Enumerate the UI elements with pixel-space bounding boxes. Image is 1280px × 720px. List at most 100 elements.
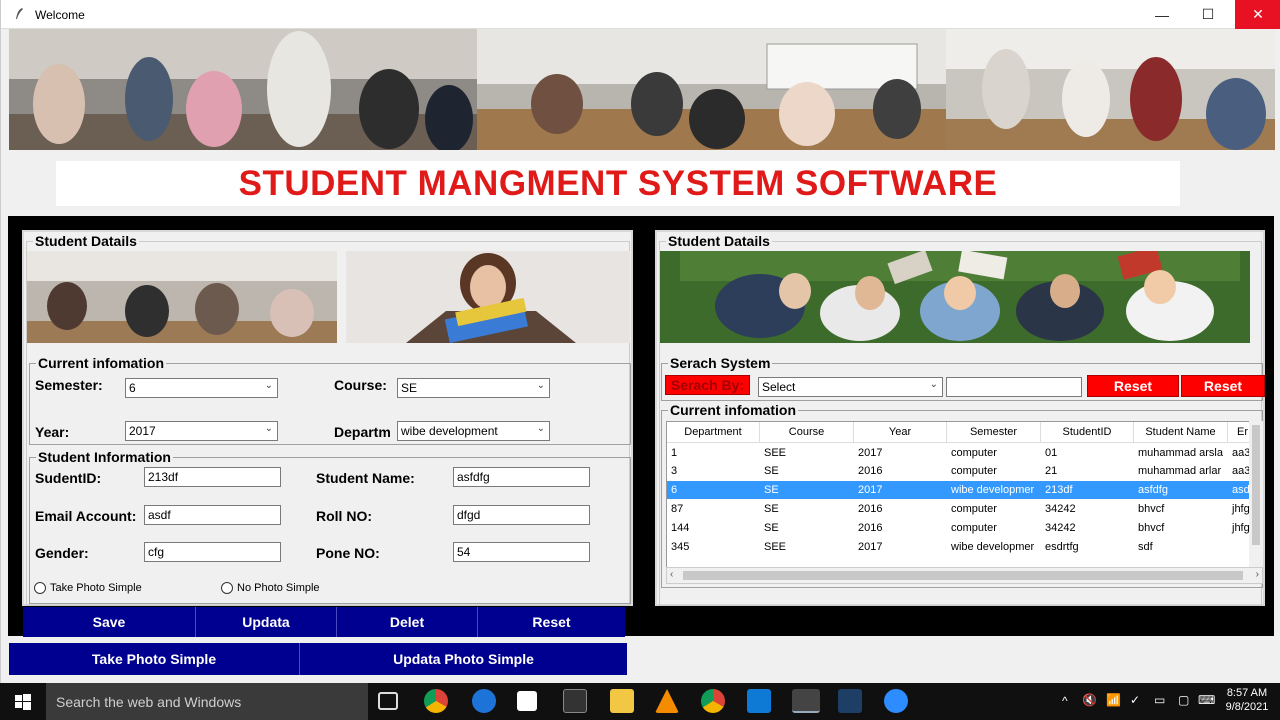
- clock[interactable]: 8:57 AM 9/8/2021: [1218, 686, 1276, 714]
- department-select[interactable]: wibe development ⌄: [397, 421, 550, 441]
- scroll-left-icon[interactable]: ‹: [670, 569, 673, 580]
- student-name-input[interactable]: asfdfg: [453, 467, 590, 487]
- update-button[interactable]: Updata: [196, 607, 337, 637]
- students-table: Department Course Year Semester StudentI…: [666, 421, 1263, 584]
- student-id-input[interactable]: 213df: [144, 467, 281, 487]
- search-by-select[interactable]: Select ⌄: [758, 377, 943, 397]
- keyboard-icon[interactable]: ⌨: [1198, 693, 1215, 707]
- year-select[interactable]: 2017 ⌄: [125, 421, 278, 441]
- chevron-down-icon: ⌄: [536, 380, 545, 391]
- snipping-tool-icon[interactable]: [838, 689, 862, 713]
- vlc-icon[interactable]: [655, 689, 679, 713]
- chrome-profile-icon[interactable]: [701, 689, 725, 713]
- horizontal-scrollbar[interactable]: ‹ ›: [666, 567, 1263, 584]
- close-button[interactable]: ✕: [1235, 0, 1280, 29]
- video-editor-icon[interactable]: [563, 689, 587, 713]
- current-info-title: Current infomation: [36, 355, 166, 371]
- take-photo-radio[interactable]: Take Photo Simple: [34, 582, 142, 594]
- take-photo-button[interactable]: Take Photo Simple: [9, 643, 300, 675]
- table-row[interactable]: 1 SEE 2017 computer 01 muhammad arsla aa3: [667, 444, 1258, 462]
- email-label: Email Account:: [35, 508, 137, 524]
- search-button[interactable]: Reset: [1087, 375, 1179, 397]
- right-details-title: Student Datails: [666, 233, 772, 249]
- column-header[interactable]: Semester: [947, 422, 1041, 443]
- windows-logo-icon: [15, 693, 31, 710]
- student-id-label: SudentID:: [35, 470, 102, 486]
- phone-input[interactable]: 54: [453, 542, 590, 562]
- zoom-icon[interactable]: [884, 689, 908, 713]
- chevron-down-icon: ⌄: [264, 380, 273, 391]
- table-header: Department Course Year Semester StudentI…: [667, 422, 1258, 443]
- reset-button[interactable]: Reset: [478, 607, 625, 637]
- table-row[interactable]: 345 SEE 2017 wibe developmer esdrtfg sdf: [667, 538, 1258, 556]
- phone-label: Pone NO:: [316, 545, 380, 561]
- task-view-icon[interactable]: [378, 692, 398, 710]
- table-row[interactable]: 87 SE 2016 computer 34242 bhvcf jhfg: [667, 500, 1258, 518]
- student-info-title: Student Information: [36, 449, 173, 465]
- table-row[interactable]: 144 SE 2016 computer 34242 bhvcf jhfg: [667, 519, 1258, 537]
- column-header[interactable]: Course: [760, 422, 854, 443]
- no-photo-radio[interactable]: No Photo Simple: [221, 582, 320, 594]
- banner-photo-1: [9, 29, 477, 150]
- chevron-down-icon: ⌄: [264, 423, 273, 434]
- network-icon[interactable]: 📶: [1106, 693, 1121, 707]
- vertical-scrollbar[interactable]: [1249, 421, 1263, 567]
- delete-button[interactable]: Delet: [337, 607, 478, 637]
- semester-label: Semester:: [35, 377, 103, 393]
- system-tray: ^ 🔇 📶 ✓ ▭ ▢ ⌨ 8:57 AM 9/8/2021: [1050, 683, 1280, 720]
- email-input[interactable]: asdf: [144, 505, 281, 525]
- crud-button-bar: Save Updata Delet Reset: [23, 607, 625, 637]
- student-name-label: Student Name:: [316, 470, 415, 486]
- search-by-label: Serach By:: [665, 375, 750, 395]
- student-details-title: Student Datails: [33, 233, 139, 249]
- window-title: Welcome: [35, 8, 85, 22]
- app-title-box: STUDENT MANGMENT SYSTEM SOFTWARE: [56, 161, 1180, 206]
- shield-icon[interactable]: ✓: [1130, 693, 1140, 707]
- taskbar: Search the web and Windows ^ 🔇 📶 ✓ ▭ ▢ ⌨…: [0, 683, 1280, 720]
- vscode-icon[interactable]: [747, 689, 771, 713]
- feather-icon: [16, 8, 23, 19]
- semester-select[interactable]: 6 ⌄: [125, 378, 278, 398]
- course-select[interactable]: SE ⌄: [397, 378, 550, 398]
- search-input[interactable]: [946, 377, 1082, 397]
- chevron-down-icon: ⌄: [929, 379, 938, 390]
- taskbar-search[interactable]: Search the web and Windows: [46, 683, 368, 720]
- start-button[interactable]: [0, 683, 46, 720]
- app-window: Welcome — ☐ ✕ STUDENT MANGMENT SYSTEM SO…: [0, 0, 1280, 683]
- python-icon[interactable]: [792, 689, 820, 713]
- column-header[interactable]: Year: [854, 422, 947, 443]
- roll-input[interactable]: dfgd: [453, 505, 590, 525]
- column-header[interactable]: Department: [667, 422, 760, 443]
- store-icon[interactable]: [517, 691, 537, 711]
- file-explorer-icon[interactable]: [610, 689, 634, 713]
- radio-icon: [34, 582, 46, 594]
- banner-photo-3: [946, 29, 1275, 150]
- column-header[interactable]: StudentID: [1041, 422, 1134, 443]
- scroll-right-icon[interactable]: ›: [1256, 569, 1259, 580]
- table-row[interactable]: 3 SE 2016 computer 21 muhammad arlar aa3: [667, 462, 1258, 480]
- edge-icon[interactable]: [472, 689, 496, 713]
- students-lawn-photo: [660, 251, 1250, 343]
- banner-photo-2: [477, 29, 946, 150]
- roll-label: Roll NO:: [316, 508, 372, 524]
- chrome-icon[interactable]: [424, 689, 448, 713]
- column-header[interactable]: Student Name: [1134, 422, 1228, 443]
- department-label: Departm: [334, 424, 391, 440]
- table-row-selected[interactable]: 6 SE 2017 wibe developmer 213df asfdfg asd: [667, 481, 1262, 499]
- clock-time: 8:57 AM: [1226, 687, 1268, 699]
- maximize-button[interactable]: ☐: [1185, 0, 1231, 29]
- battery-icon[interactable]: ▭: [1154, 693, 1165, 707]
- title-bar: Welcome — ☐ ✕: [1, 0, 1280, 29]
- display-icon[interactable]: ▢: [1178, 693, 1189, 707]
- show-hidden-icons[interactable]: ^: [1062, 694, 1068, 708]
- gender-label: Gender:: [35, 545, 89, 561]
- volume-icon[interactable]: 🔇: [1082, 693, 1097, 707]
- gender-input[interactable]: cfg: [144, 542, 281, 562]
- app-title: STUDENT MANGMENT SYSTEM SOFTWARE: [238, 163, 998, 203]
- save-button[interactable]: Save: [23, 607, 196, 637]
- student-photo: [346, 251, 630, 343]
- chevron-down-icon: ⌄: [536, 423, 545, 434]
- show-all-button[interactable]: Reset: [1181, 375, 1265, 397]
- update-photo-button[interactable]: Updata Photo Simple: [300, 643, 627, 675]
- minimize-button[interactable]: —: [1139, 0, 1185, 29]
